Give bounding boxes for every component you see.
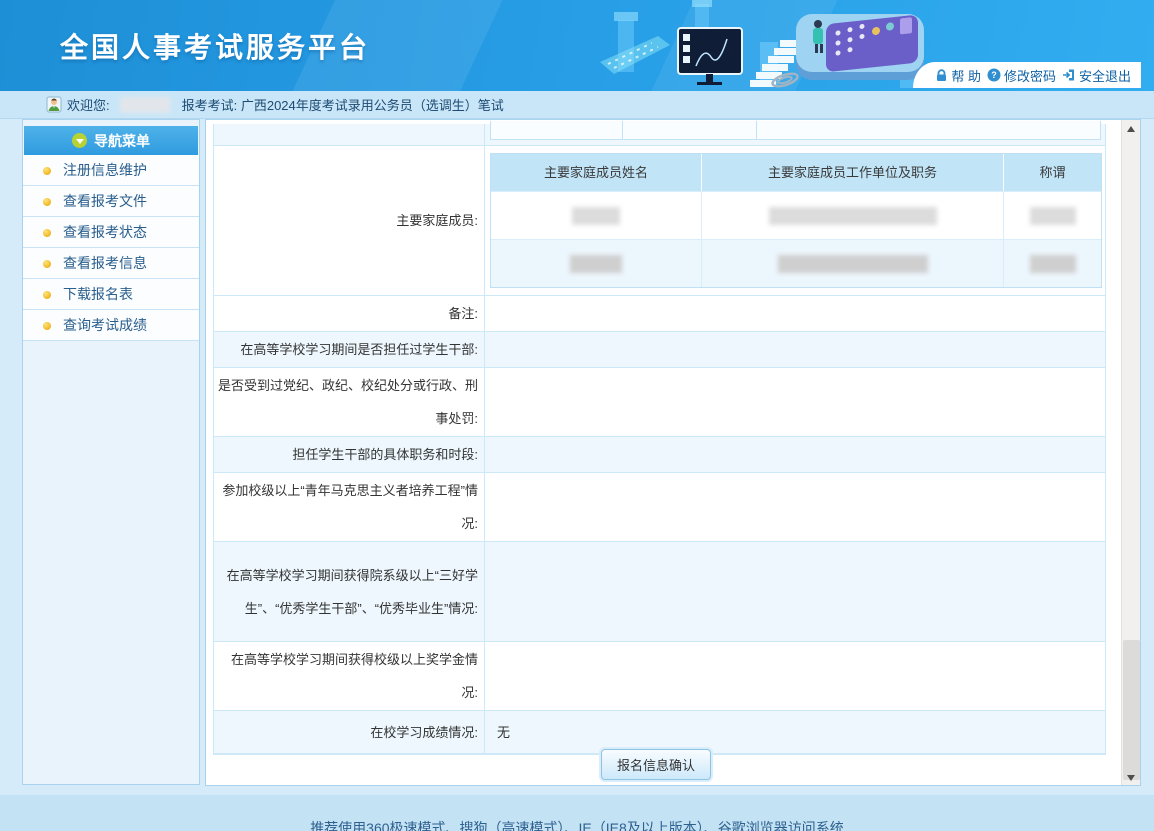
field-value — [485, 437, 1105, 472]
scroll-down-button[interactable] — [1122, 768, 1141, 785]
sidebar-item-exam-status[interactable]: 查看报考状态 — [23, 217, 199, 248]
field-value — [485, 296, 1105, 331]
bullet-icon — [43, 322, 51, 330]
column-header-workunit: 主要家庭成员工作单位及职务 — [702, 154, 1004, 191]
vertical-scrollbar[interactable] — [1121, 120, 1140, 785]
sidebar-item-label: 下载报名表 — [63, 286, 133, 302]
nav-menu-header[interactable]: 导航菜单 — [24, 126, 198, 155]
welcome-label: 欢迎您: — [67, 95, 110, 114]
field-label — [214, 124, 485, 145]
table-row-scholarship: 在高等学校学习期间获得校级以上奖学金情况: — [214, 642, 1105, 711]
change-password-label: 修改密码 — [1004, 66, 1056, 85]
field-value — [485, 332, 1105, 367]
field-value — [485, 368, 1105, 436]
application-info-table: 主要家庭成员: 主要家庭成员姓名 主要家庭成员工作单位及职务 称谓 — [213, 124, 1106, 755]
column-header-relation: 称谓 — [1004, 154, 1101, 191]
family-member-row — [491, 191, 1101, 239]
field-value — [485, 473, 1105, 541]
exam-label: 报考考试: 广西2024年度考试录用公务员（选调生）笔试 — [182, 95, 504, 114]
family-members-table: 主要家庭成员姓名 主要家庭成员工作单位及职务 称谓 — [490, 153, 1102, 288]
redacted-relation — [1030, 255, 1076, 273]
redacted-name — [572, 207, 620, 225]
redacted-workunit — [778, 255, 928, 273]
logout-link[interactable]: 安全退出 — [1062, 66, 1131, 85]
page-root: 全国人事考试服务平台 帮 助 ? 修改密码 — [0, 0, 1154, 831]
sidebar-item-exam-scores[interactable]: 查询考试成绩 — [23, 310, 199, 341]
sidebar-item-label: 注册信息维护 — [63, 162, 147, 178]
table-row-honors: 在高等学校学习期间获得院系级以上“三好学生”、“优秀学生干部”、“优秀毕业生”情… — [214, 542, 1105, 642]
question-icon: ? — [987, 68, 1001, 82]
scroll-down-icon — [1127, 775, 1135, 781]
sidebar-item-label: 查询考试成绩 — [63, 317, 147, 333]
logout-label: 安全退出 — [1079, 66, 1131, 85]
field-value — [485, 542, 1105, 641]
browser-recommendation-text: 推荐使用360极速模式、搜狗（高速模式）、IE（IE8及以上版本）、谷歌浏览器访… — [0, 818, 1154, 831]
chevron-down-icon — [72, 133, 87, 148]
header-illustration — [600, 0, 940, 91]
field-label: 担任学生干部的具体职务和时段: — [214, 437, 485, 472]
sidebar-item-label: 查看报考状态 — [63, 224, 147, 240]
top-menu: 帮 助 ? 修改密码 安全退出 — [913, 62, 1141, 88]
help-label: 帮 助 — [951, 66, 981, 85]
help-link[interactable]: 帮 助 — [935, 66, 981, 85]
table-row-cadre-position: 担任学生干部的具体职务和时段: — [214, 437, 1105, 473]
sidebar-item-register-info[interactable]: 注册信息维护 — [23, 155, 199, 186]
table-row-discipline: 是否受到过党纪、政纪、校纪处分或行政、刑事处罚: — [214, 368, 1105, 437]
field-label: 在高等学校学习期间获得校级以上奖学金情况: — [214, 642, 485, 710]
bullet-icon — [43, 291, 51, 299]
bullet-icon — [43, 167, 51, 175]
sidebar-item-label: 查看报考信息 — [63, 255, 147, 271]
scroll-up-button[interactable] — [1122, 120, 1141, 137]
table-row-academic-record: 在校学习成绩情况: 无 — [214, 711, 1105, 754]
main-panel: 主要家庭成员: 主要家庭成员姓名 主要家庭成员工作单位及职务 称谓 — [205, 119, 1141, 786]
partial-nested-table — [490, 121, 1101, 140]
field-label: 在高等学校学习期间是否担任过学生干部: — [214, 332, 485, 367]
field-value — [485, 642, 1105, 710]
sidebar-item-download-form[interactable]: 下载报名表 — [23, 279, 199, 310]
table-row-remarks: 备注: — [214, 296, 1105, 332]
sidebar-item-exam-documents[interactable]: 查看报考文件 — [23, 186, 199, 217]
field-value — [485, 124, 1105, 145]
footer: 推荐使用360极速模式、搜狗（高速模式）、IE（IE8及以上版本）、谷歌浏览器访… — [0, 795, 1154, 831]
app-title: 全国人事考试服务平台 — [60, 26, 370, 66]
field-value: 无 — [485, 711, 1105, 753]
sidebar-item-exam-info[interactable]: 查看报考信息 — [23, 248, 199, 279]
svg-text:?: ? — [991, 70, 997, 80]
app-header: 全国人事考试服务平台 帮 助 ? 修改密码 — [0, 0, 1154, 91]
bullet-icon — [43, 229, 51, 237]
redacted-name — [570, 255, 622, 273]
table-row-family-members: 主要家庭成员: 主要家庭成员姓名 主要家庭成员工作单位及职务 称谓 — [214, 146, 1105, 296]
field-label: 主要家庭成员: — [214, 146, 485, 295]
lock-icon — [935, 69, 948, 82]
table-row-student-cadre: 在高等学校学习期间是否担任过学生干部: — [214, 332, 1105, 368]
username-redacted — [120, 97, 170, 113]
field-label: 是否受到过党纪、政纪、校纪处分或行政、刑事处罚: — [214, 368, 485, 436]
field-label: 参加校级以上“青年马克思主义者培养工程”情况: — [214, 473, 485, 541]
bullet-icon — [43, 260, 51, 268]
table-row-partial — [214, 124, 1105, 146]
change-password-link[interactable]: ? 修改密码 — [987, 66, 1056, 85]
scrollbar-thumb[interactable] — [1123, 640, 1140, 780]
field-value: 主要家庭成员姓名 主要家庭成员工作单位及职务 称谓 — [485, 146, 1107, 295]
user-avatar-icon — [46, 96, 62, 113]
confirm-registration-button[interactable]: 报名信息确认 — [601, 749, 711, 780]
redacted-workunit — [769, 207, 937, 225]
confirm-button-row: 报名信息确认 — [206, 749, 1106, 780]
family-table-header: 主要家庭成员姓名 主要家庭成员工作单位及职务 称谓 — [491, 154, 1101, 191]
bullet-icon — [43, 198, 51, 206]
field-label: 在校学习成绩情况: — [214, 711, 485, 753]
field-label: 在高等学校学习期间获得院系级以上“三好学生”、“优秀学生干部”、“优秀毕业生”情… — [214, 542, 485, 641]
field-label: 备注: — [214, 296, 485, 331]
exit-icon — [1062, 68, 1076, 82]
sidebar: 导航菜单 注册信息维护 查看报考文件 查看报考状态 查看报考信息 下载报名表 查… — [22, 119, 200, 785]
sidebar-item-label: 查看报考文件 — [63, 193, 147, 209]
column-header-name: 主要家庭成员姓名 — [491, 154, 702, 191]
welcome-bar: 欢迎您: 报考考试: 广西2024年度考试录用公务员（选调生）笔试 — [0, 91, 1154, 119]
nav-menu-title: 导航菜单 — [94, 131, 150, 151]
redacted-relation — [1030, 207, 1076, 225]
family-member-row — [491, 239, 1101, 287]
table-row-marxism-program: 参加校级以上“青年马克思主义者培养工程”情况: — [214, 473, 1105, 542]
scroll-up-icon — [1127, 126, 1135, 132]
